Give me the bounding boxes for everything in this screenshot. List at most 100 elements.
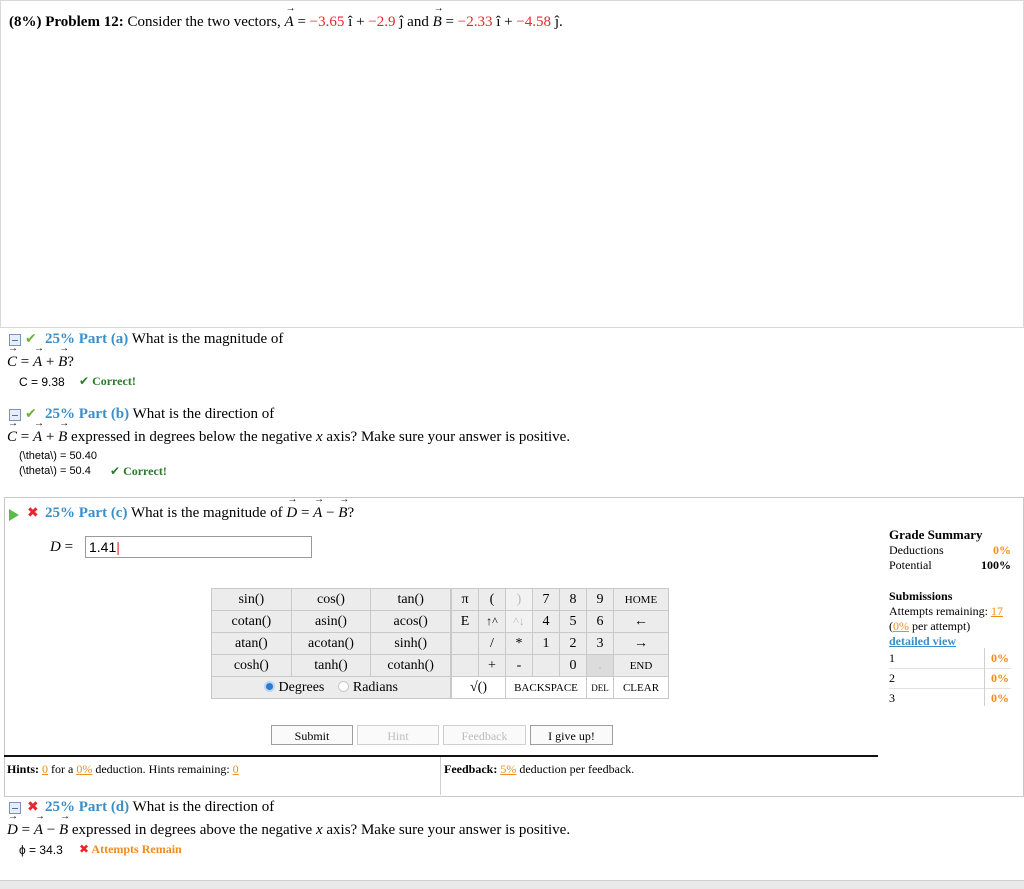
submissions-title: Submissions [889, 589, 953, 603]
angle-mode-selector: Degrees Radians [211, 676, 451, 699]
key-cosh[interactable]: cosh() [211, 654, 292, 677]
feedback-deduction-pct: 5% [500, 762, 517, 776]
b-y-component: −4.58 [516, 14, 552, 30]
key-sinh[interactable]: sinh() [370, 632, 451, 655]
part-c-question: 25% Part (c) What is the magnitude of D … [45, 494, 354, 522]
part-a-status: ✔ Correct! [79, 374, 136, 388]
key-subscript[interactable]: ^↓ [505, 610, 533, 633]
give-up-button[interactable]: I give up! [530, 725, 613, 745]
part-d-label: 25% Part (d) [45, 799, 130, 815]
key-open-paren[interactable]: ( [478, 588, 506, 611]
hints-used: 0 [42, 762, 49, 776]
problem-panel [0, 0, 1024, 328]
grade-summary-title: Grade Summary [889, 527, 983, 542]
text-cursor: | [116, 539, 120, 555]
key-del[interactable]: DEL [586, 676, 614, 699]
answer-input[interactable]: 1.41| [85, 536, 312, 558]
b-x-component: −2.33 [457, 14, 493, 30]
key-tanh[interactable]: tanh() [290, 654, 372, 677]
key-right-arrow[interactable]: → [613, 632, 669, 655]
key-e[interactable]: E [451, 610, 479, 633]
key-tan[interactable]: tan() [370, 588, 451, 611]
detailed-view-link[interactable]: detailed view [889, 634, 1011, 649]
answer-input-label: D = [50, 539, 74, 555]
problem-label: Problem 12: [45, 14, 124, 30]
submission-row: 2 0% [889, 669, 1011, 689]
vector-a-symbol: A [285, 3, 296, 31]
key-minus[interactable]: - [505, 654, 533, 677]
key-sin[interactable]: sin() [211, 588, 292, 611]
key-close-paren[interactable]: ) [505, 588, 533, 611]
check-icon: ✔ [110, 464, 121, 478]
key-4[interactable]: 4 [532, 610, 560, 633]
key-acotan[interactable]: acotan() [290, 632, 372, 655]
grade-summary: Grade Summary Deductions 0% Potential 10… [889, 527, 1011, 708]
key-cotanh[interactable]: cotanh() [370, 654, 451, 677]
degrees-label[interactable]: Degrees [279, 680, 325, 695]
key-0[interactable]: 0 [559, 654, 587, 677]
x-icon: ✖ [27, 505, 39, 521]
key-acos[interactable]: acos() [370, 610, 451, 633]
key-backspace[interactable]: BACKSPACE [505, 676, 587, 699]
key-multiply[interactable]: * [505, 632, 533, 655]
key-5[interactable]: 5 [559, 610, 587, 633]
radians-radio[interactable] [338, 680, 350, 692]
feedback-info: Feedback: 5% deduction per feedback. [444, 762, 635, 776]
submit-button[interactable]: Submit [271, 725, 353, 745]
hints-remaining: 0 [232, 762, 239, 776]
key-7[interactable]: 7 [532, 588, 560, 611]
radians-label[interactable]: Radians [353, 680, 398, 695]
potential-label: Potential [889, 558, 932, 572]
part-d-status: ✖ Attempts Remain [79, 842, 182, 856]
hints-info: Hints: 0 for a 0% deduction. Hints remai… [7, 762, 239, 776]
key-sqrt[interactable]: √() [451, 676, 506, 699]
problem-statement: (8%) Problem 12: Consider the two vector… [9, 3, 563, 31]
key-8[interactable]: 8 [559, 588, 587, 611]
key-blank [532, 654, 560, 677]
part-a-question: 25% Part (a) What is the magnitude of [45, 331, 284, 347]
key-cos[interactable]: cos() [290, 588, 372, 611]
key-superscript[interactable]: ↑^ [478, 610, 506, 633]
a-y-component: −2.9 [368, 14, 396, 30]
key-6[interactable]: 6 [586, 610, 614, 633]
key-divide[interactable]: / [478, 632, 506, 655]
key-asin[interactable]: asin() [290, 610, 372, 633]
part-d-answer: ϕ = 34.3 [19, 843, 63, 857]
part-b-label: 25% Part (b) [45, 406, 130, 422]
key-clear[interactable]: CLEAR [613, 676, 669, 699]
key-decimal[interactable]: . [586, 654, 614, 677]
key-left-arrow[interactable]: ← [613, 610, 669, 633]
x-icon: ✖ [79, 842, 90, 856]
key-pi[interactable]: π [451, 588, 479, 611]
key-9[interactable]: 9 [586, 588, 614, 611]
key-plus[interactable]: + [478, 654, 506, 677]
key-atan[interactable]: atan() [211, 632, 292, 655]
key-cotan[interactable]: cotan() [211, 610, 292, 633]
part-c-label: 25% Part (c) [45, 505, 128, 521]
check-icon: ✔ [79, 374, 90, 388]
part-a-label: 25% Part (a) [45, 331, 129, 347]
submission-row: 3 0% [889, 691, 1009, 705]
key-end[interactable]: END [613, 654, 669, 677]
submission-row: 1 0% [889, 649, 1011, 669]
key-1[interactable]: 1 [532, 632, 560, 655]
part-b-answer-2: (\theta\) = 50.4 [19, 465, 91, 477]
hint-button[interactable]: Hint [357, 725, 439, 745]
deductions-label: Deductions [889, 543, 944, 557]
hint-deduction-pct: 0% [76, 762, 93, 776]
vector-b-symbol: B [433, 3, 444, 31]
a-x-component: −3.65 [309, 14, 345, 30]
key-3[interactable]: 3 [586, 632, 614, 655]
degrees-radio[interactable] [264, 680, 275, 692]
part-d-question: 25% Part (d) What is the direction of [45, 799, 275, 815]
numeric-keypad: π ( ) 7 8 9 HOME E ↑^ ^↓ 4 5 6 ← / * 1 2… [451, 588, 669, 699]
part-b-answer-1: (\theta\) = 50.40 [19, 450, 97, 462]
part-a-expression: C = A + B? [7, 343, 74, 371]
per-attempt-pct: 0% [893, 619, 909, 633]
potential-value: 100% [981, 558, 1011, 572]
feedback-button[interactable]: Feedback [443, 725, 526, 745]
key-home[interactable]: HOME [613, 588, 669, 611]
key-blank [451, 654, 479, 677]
part-a-answer: C = 9.38 [19, 375, 65, 389]
key-2[interactable]: 2 [559, 632, 587, 655]
